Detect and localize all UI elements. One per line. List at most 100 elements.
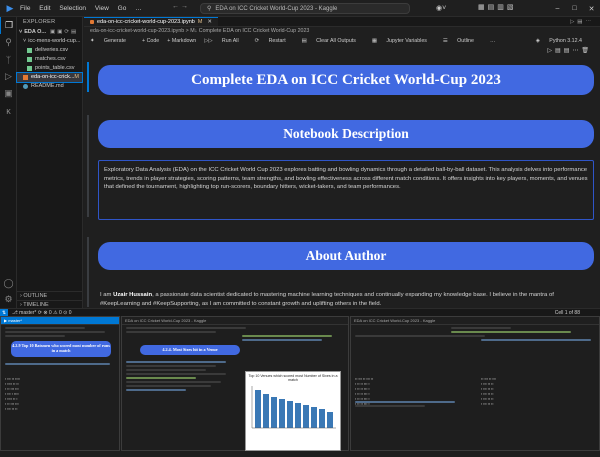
plot-bar	[287, 401, 293, 428]
restart-button[interactable]: ⟳ Restart	[255, 36, 294, 47]
author-prefix: I am	[100, 292, 114, 298]
explorer-actions[interactable]: ▣▣⟳▤	[50, 27, 78, 37]
csv-file-icon	[27, 66, 32, 71]
plot-bar	[303, 405, 309, 428]
generate-button[interactable]: ✦ Generate	[90, 36, 134, 47]
thumbnail-heading-1: 4.2.9 Top 10 Batsmen who scored most num…	[11, 341, 111, 357]
search-icon[interactable]: ⚲	[0, 34, 17, 51]
maximize-button[interactable]: □	[566, 5, 583, 12]
jupyter-variables-button[interactable]: ▦ Jupyter Variables	[372, 36, 435, 47]
explorer-header: EXPLORER	[23, 19, 56, 25]
csv-file-icon	[27, 57, 32, 62]
project-folder[interactable]: ˅ EDA O... ▣▣⟳▤	[17, 27, 82, 37]
gear-icon[interactable]: ⚙	[0, 291, 17, 308]
sidebar-item-label: README.md	[31, 83, 64, 89]
minimize-button[interactable]: –	[549, 5, 566, 12]
modified-badge: M	[74, 74, 79, 80]
restart-icon: ⟳	[254, 38, 261, 44]
thumbnail-titlebar: EDA on ICC Cricket World-Cup 2023 - Kagg…	[122, 317, 348, 325]
restart-label: Restart	[268, 38, 286, 44]
kernel-label: Python 3.12.4	[549, 38, 582, 44]
chevron-down-icon: ˅	[19, 29, 23, 35]
thumbnail-titlebar: EDA on ICC Cricket World-Cup 2023 - Kagg…	[351, 317, 599, 325]
tab-notebook[interactable]: eda-on-icc-cricket-world-cup-2023.ipynb …	[84, 17, 219, 27]
outline-icon: ☰	[442, 38, 450, 44]
sidebar-item-notebook[interactable]: eda-on-icc-crick... M	[16, 72, 83, 83]
chevron-down-icon: ˅	[23, 38, 27, 44]
editor-actions[interactable]: ▷▤⋯	[570, 17, 600, 26]
menu-go[interactable]: Go	[118, 5, 127, 12]
thumbnail-heading-2: 4.2.4. Most Sixes hit in a Venue	[140, 345, 240, 355]
sidebar-item-points-table[interactable]: points_table.csv	[17, 64, 82, 73]
mini-line	[126, 377, 196, 379]
command-center[interactable]: ⚲ EDA on ICC Cricket World-Cup 2023 - Ka…	[200, 3, 410, 14]
mini-line	[5, 363, 110, 365]
plot-bar	[279, 399, 285, 428]
menu-file[interactable]: File	[20, 5, 30, 12]
cell-margin	[84, 52, 92, 308]
project-label: EDA O...	[24, 29, 47, 35]
thumbnail-plot: Top 10 Venues which scored most Number o…	[245, 371, 341, 451]
add-code-button[interactable]: + Code	[142, 36, 159, 47]
add-markdown-button[interactable]: + Markdown	[167, 36, 196, 47]
chevron-right-icon: ›	[20, 293, 22, 299]
mini-row: ▪ ▪▪▪ ▪▪ ▪▪	[481, 402, 494, 406]
files-icon[interactable]: ❐	[0, 17, 17, 34]
plot-bar	[263, 394, 269, 428]
cell-toolbar[interactable]: ▷▤▤⋯🗑	[547, 47, 592, 54]
menu-edit[interactable]: Edit	[39, 5, 50, 12]
cell-focus-bar	[87, 62, 89, 92]
layout-icons[interactable]: ▦▤▥▧	[478, 3, 516, 11]
author-body: , a passionate data scientist dedicated …	[100, 292, 554, 307]
clear-outputs-button[interactable]: ▤ Clear All Outputs	[302, 36, 364, 47]
window-controls: – □ ✕	[549, 0, 600, 17]
thumbnail-window-1[interactable]: ▶ master* 4.2.9 Top 10 Batsmen who score…	[0, 316, 120, 451]
info-file-icon	[23, 84, 28, 89]
plot-bars	[251, 386, 336, 429]
mini-line	[126, 373, 226, 375]
vscode-logo-icon: ▶	[6, 3, 14, 13]
author-name: Uzair Hussain	[113, 292, 153, 298]
menu-selection[interactable]: Selection	[59, 5, 86, 12]
sidebar-item-folder[interactable]: ˅ icc-mens-world-cup...	[17, 37, 82, 46]
kaggle-icon[interactable]: κ	[0, 102, 17, 119]
more-actions-button[interactable]: …	[490, 36, 495, 47]
window-thumbnails: ▶ master* 4.2.9 Top 10 Batsmen who score…	[0, 316, 600, 451]
menu-more[interactable]: …	[135, 5, 142, 12]
extensions-icon[interactable]: ▣	[0, 85, 17, 102]
nav-arrows[interactable]: ← →	[172, 3, 188, 10]
mini-line	[242, 335, 332, 337]
notebook-toolbar: ✦ Generate + Code + Markdown ▷▷ Run All …	[84, 36, 600, 47]
breadcrumb[interactable]: eda-on-icc-cricket-world-cup-2023.ipynb …	[84, 27, 600, 36]
outline-button[interactable]: ☰ Outline	[443, 36, 482, 47]
run-all-button[interactable]: ▷▷ Run All	[204, 36, 246, 47]
description-text: Exploratory Data Analysis (EDA) on the I…	[98, 160, 594, 220]
run-all-label: Run All	[221, 38, 239, 44]
close-window-button[interactable]: ✕	[583, 5, 600, 13]
sidebar-item-deliveries[interactable]: deliveries.csv	[17, 46, 82, 55]
kernel-picker[interactable]: ◈ Python 3.12.4	[536, 36, 590, 47]
plot-bar	[255, 390, 261, 428]
thumbnail-statusbar: ▶ master*	[1, 317, 119, 325]
menu-view[interactable]: View	[95, 5, 109, 12]
plot-bar	[311, 407, 317, 428]
mini-line	[451, 331, 571, 333]
variables-icon: ▦	[371, 38, 379, 44]
sidebar-item-label: eda-on-icc-crick...	[31, 74, 75, 80]
copilot-icon[interactable]: ◉˅	[436, 4, 446, 12]
sidebar-item-label: icc-mens-world-cup...	[28, 38, 81, 44]
source-control-icon[interactable]: ᛉ	[0, 51, 17, 68]
mini-line	[126, 369, 206, 371]
close-icon[interactable]: ✕	[207, 17, 212, 27]
sidebar-item-matches[interactable]: matches.csv	[17, 55, 82, 64]
plot-bar	[295, 403, 301, 428]
sidebar-item-readme[interactable]: README.md	[17, 82, 82, 91]
account-icon[interactable]: ◯	[0, 275, 17, 292]
outline-section[interactable]: › OUTLINE	[17, 291, 83, 300]
sparkle-icon: ✦	[90, 38, 96, 44]
mini-line	[126, 361, 226, 363]
run-debug-icon[interactable]: ▷	[0, 68, 17, 85]
thumbnail-window-3[interactable]: EDA on ICC Cricket World-Cup 2023 - Kagg…	[350, 316, 600, 451]
mini-line	[126, 385, 211, 387]
section-heading-author: About Author	[98, 242, 594, 270]
